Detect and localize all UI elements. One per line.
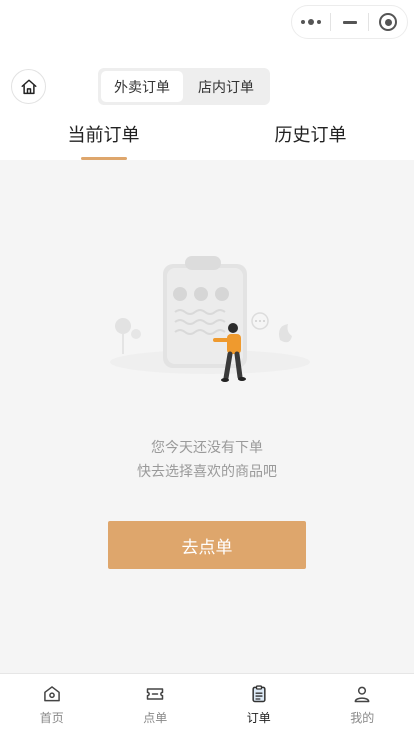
empty-message-line2: 快去选择喜欢的商品吧 bbox=[137, 464, 277, 480]
tab-label: 当前订单 bbox=[67, 125, 140, 146]
tabbar-item-profile[interactable]: 我的 bbox=[311, 674, 414, 736]
go-order-button[interactable]: 去点单 bbox=[108, 521, 306, 569]
tabbar-label: 点单 bbox=[143, 711, 168, 725]
home-icon bbox=[43, 686, 60, 702]
more-button[interactable] bbox=[292, 6, 330, 38]
empty-order-illustration bbox=[110, 256, 310, 382]
ticket-icon bbox=[147, 688, 164, 700]
user-icon bbox=[354, 686, 370, 703]
tabbar-item-home[interactable]: 首页 bbox=[0, 674, 104, 736]
tabbar-label: 首页 bbox=[39, 711, 64, 725]
close-button[interactable] bbox=[369, 6, 407, 38]
tabbar-label: 订单 bbox=[246, 711, 271, 725]
tabbar-item-orders[interactable]: 订单 bbox=[207, 674, 311, 736]
minimize-icon bbox=[342, 20, 357, 24]
delivery-orders-option[interactable]: 外卖订单 bbox=[101, 71, 183, 102]
tabbar-item-order-menu[interactable]: 点单 bbox=[104, 674, 208, 736]
close-target-icon bbox=[379, 13, 398, 31]
order-type-switch: 外卖订单 店内订单 bbox=[98, 68, 270, 105]
minimize-button[interactable] bbox=[331, 6, 369, 38]
more-dots-icon bbox=[300, 19, 321, 25]
mini-program-capsule bbox=[291, 5, 408, 39]
clipboard-icon bbox=[252, 685, 266, 703]
tab-label: 历史订单 bbox=[274, 125, 347, 146]
dine-in-orders-option[interactable]: 店内订单 bbox=[185, 71, 267, 102]
home-button[interactable] bbox=[11, 69, 46, 104]
tabbar-label: 我的 bbox=[350, 711, 375, 725]
tab-history-orders[interactable]: 历史订单 bbox=[207, 112, 414, 160]
active-tab-indicator bbox=[81, 157, 127, 160]
home-icon bbox=[21, 79, 36, 94]
empty-message-line1: 您今天还没有下单 bbox=[151, 440, 263, 456]
order-tabs: 当前订单 历史订单 bbox=[0, 112, 414, 160]
bottom-tabbar: 首页 点单 订单 我的 bbox=[0, 673, 414, 736]
tab-current-orders[interactable]: 当前订单 bbox=[0, 112, 207, 160]
